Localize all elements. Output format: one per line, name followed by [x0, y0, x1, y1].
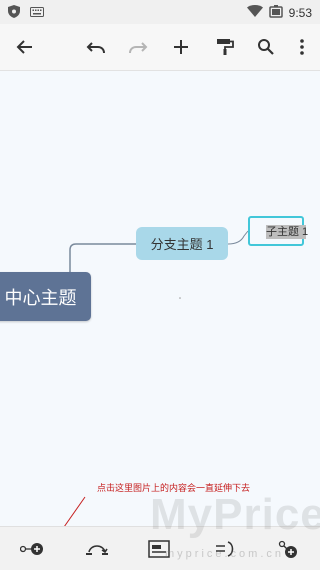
subtopic-label[interactable]: 子主题 1 [266, 225, 308, 239]
annotation-text: 点击这里图片上的内容会一直延伸下去 [97, 483, 251, 493]
summary-icon[interactable] [144, 535, 174, 563]
central-topic-node[interactable]: 中心主题 [0, 272, 91, 321]
add-floating-topic-icon[interactable] [273, 535, 303, 563]
branch-topic-node[interactable]: 分支主题 1 [136, 227, 228, 260]
add-subtopic-icon[interactable] [18, 535, 48, 563]
boundary-icon[interactable] [210, 535, 240, 563]
bottom-toolbar [0, 526, 320, 570]
branch-topic-label: 分支主题 1 [150, 237, 214, 252]
relationship-icon[interactable] [82, 535, 112, 563]
central-topic-label: 中心主题 [4, 287, 77, 308]
